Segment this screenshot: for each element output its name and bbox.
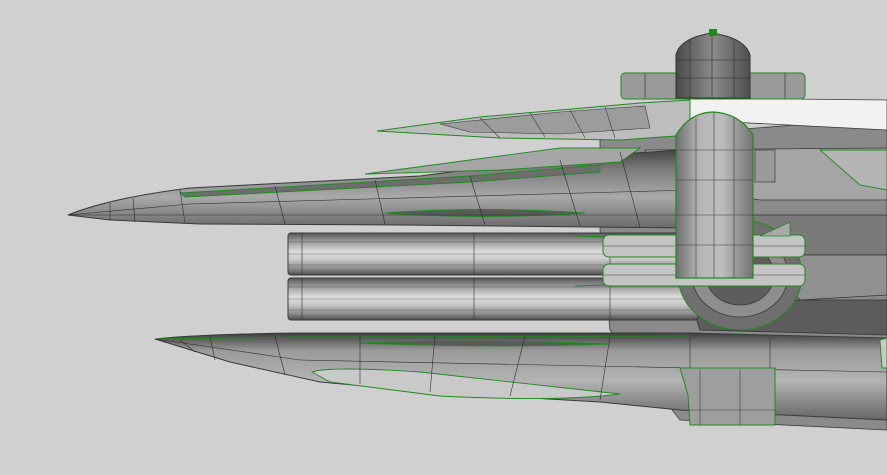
spaceship-wireframe-model [67,29,887,431]
top-sensor-pod [620,29,806,100]
upper-blade [67,147,691,229]
lower-blade [154,332,887,421]
lower-fin [679,367,776,426]
upper-spike [376,99,691,141]
3d-viewport[interactable] [0,0,887,475]
